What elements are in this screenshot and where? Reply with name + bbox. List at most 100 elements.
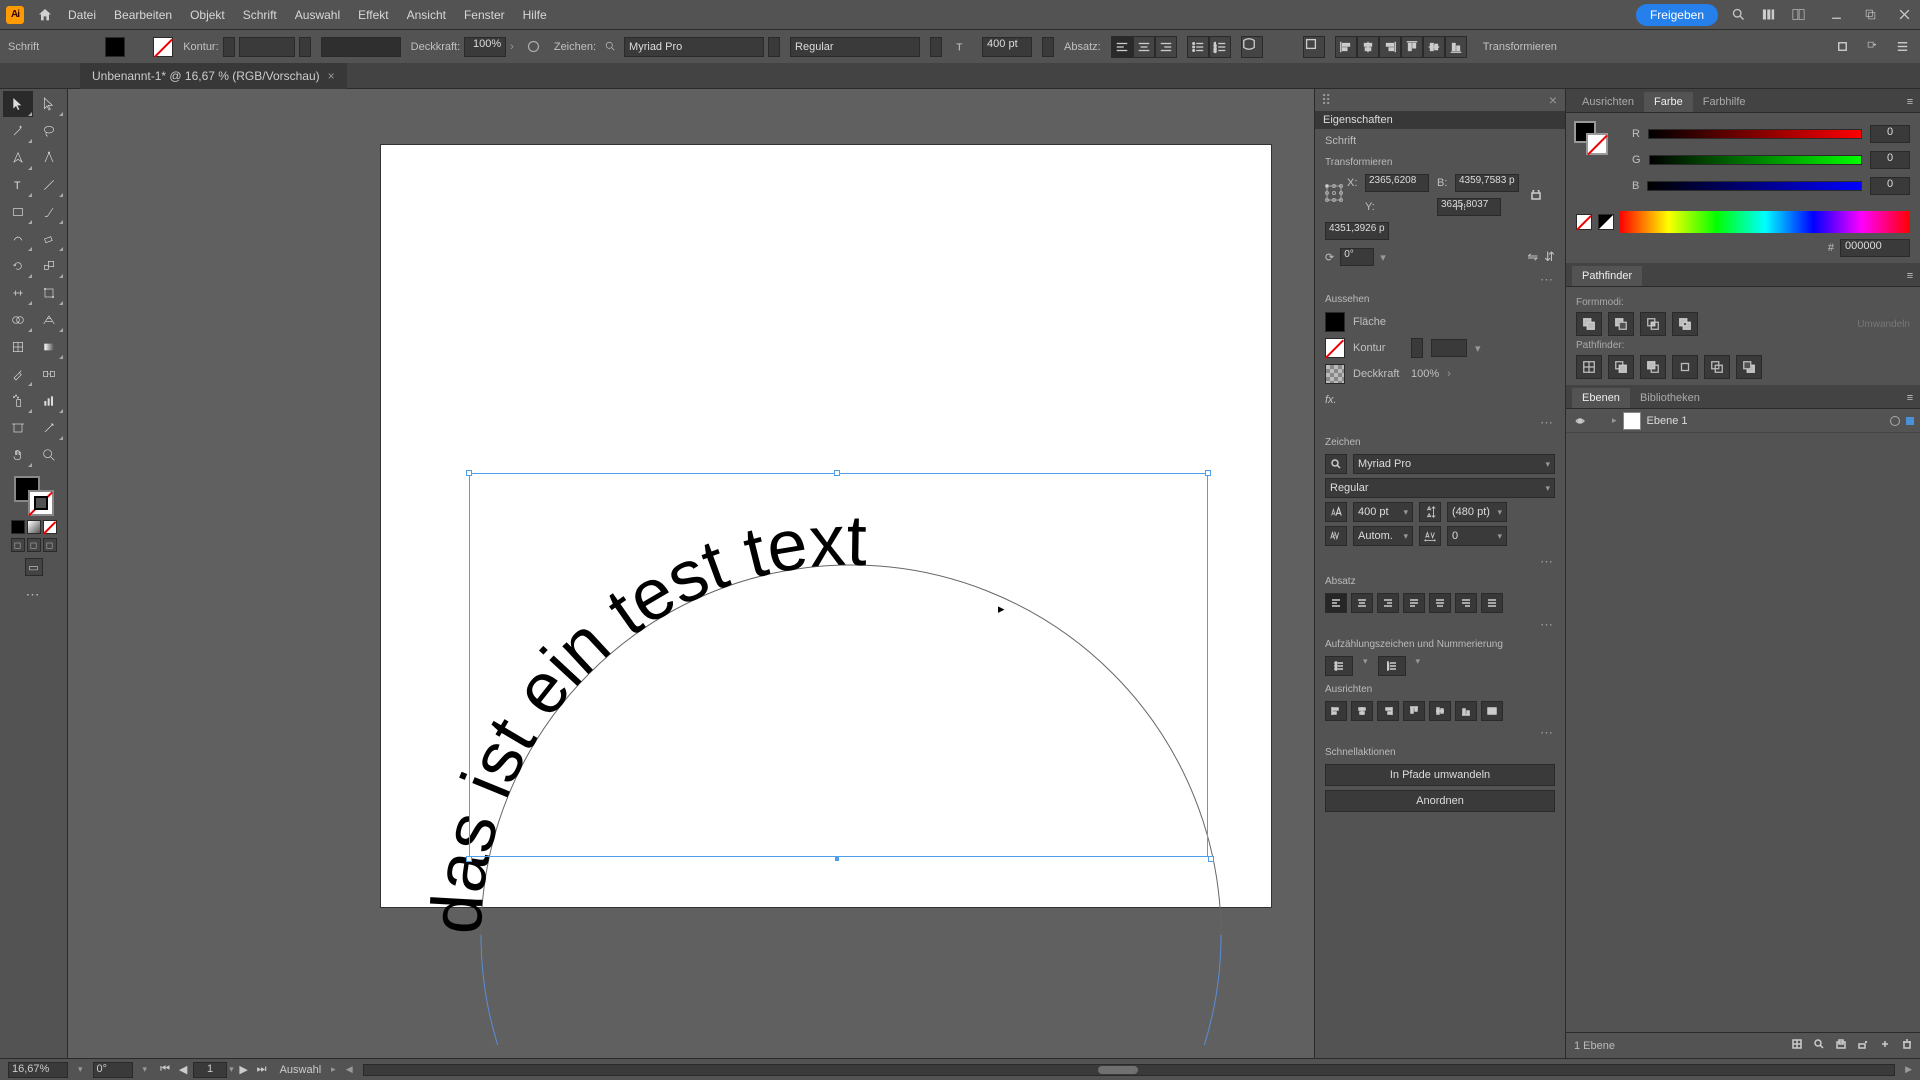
blend-tool[interactable] (34, 361, 64, 387)
shape-builder-tool[interactable] (3, 307, 33, 333)
font-style-dropdown[interactable] (930, 37, 942, 57)
pf-crop[interactable] (1672, 355, 1698, 379)
tab-pathfinder[interactable]: Pathfinder (1572, 266, 1642, 286)
h-scrollbar[interactable] (363, 1064, 1895, 1076)
numbering-button[interactable]: 123 (1378, 656, 1406, 676)
tracking-panel[interactable]: 0▾ (1447, 526, 1507, 546)
menu-fenster[interactable]: Fenster (464, 8, 505, 22)
shaper-tool[interactable] (3, 226, 33, 252)
color-mode-none[interactable] (43, 520, 57, 534)
tab-ebenen[interactable]: Ebenen (1572, 388, 1630, 408)
pf-minus-back[interactable] (1736, 355, 1762, 379)
rotate-input[interactable]: 0° (1340, 248, 1374, 266)
bbox-handle[interactable] (834, 470, 840, 476)
slice-tool[interactable] (34, 415, 64, 441)
fill-stroke-indicator[interactable] (14, 476, 54, 516)
font-family-dropdown[interactable] (768, 37, 780, 57)
canvas-area[interactable]: das ist ein test text ▸ (68, 89, 1314, 1058)
rotation-input[interactable]: 0° (93, 1062, 133, 1078)
font-size-input[interactable]: 400 pt (982, 37, 1032, 57)
pf-divide[interactable] (1576, 355, 1602, 379)
home-icon[interactable] (34, 4, 56, 26)
outline-paths-button[interactable]: In Pfade umwandeln (1325, 764, 1555, 786)
bbox-handle[interactable] (1208, 856, 1214, 862)
draw-behind-icon[interactable]: ◻ (27, 538, 41, 552)
pf-exclude[interactable] (1672, 312, 1698, 336)
document-tab[interactable]: Unbenannt-1* @ 16,67 % (RGB/Vorschau) × (80, 63, 347, 89)
tab-farbe[interactable]: Farbe (1644, 92, 1693, 112)
opacity-input[interactable]: 100% (464, 37, 506, 57)
zoom-tool[interactable] (34, 442, 64, 468)
align-top-obj[interactable] (1403, 701, 1425, 721)
tab-farbhilfe[interactable]: Farbhilfe (1693, 92, 1756, 112)
para-justify-left[interactable] (1403, 593, 1425, 613)
prev-page-icon[interactable]: ◀ (175, 1062, 191, 1078)
curvature-tool[interactable] (34, 145, 64, 171)
stroke-weight-dropdown[interactable]: ▾ (1475, 342, 1481, 355)
spectrum-picker[interactable] (1620, 211, 1910, 233)
layer-find-icon[interactable] (1814, 1039, 1824, 1052)
align-right-obj[interactable] (1377, 701, 1399, 721)
scale-tool[interactable] (34, 253, 64, 279)
layer-visibility-icon[interactable] (1572, 413, 1588, 429)
h-input[interactable]: 4351,3926 p (1325, 222, 1389, 240)
valign-middle-button[interactable] (1423, 36, 1445, 58)
leading-panel[interactable]: (480 pt)▾ (1447, 502, 1507, 522)
b-slider[interactable] (1647, 181, 1862, 191)
layers-menu-icon[interactable]: ≡ (1900, 388, 1920, 408)
para-align-left[interactable] (1325, 593, 1347, 613)
bullets-button[interactable] (1325, 656, 1353, 676)
appearance-more-icon[interactable]: ⋯ (1315, 415, 1565, 433)
font-size-panel[interactable]: 400 pt▾ (1353, 502, 1413, 522)
workspace-icon[interactable] (1758, 5, 1778, 25)
menu-ansicht[interactable]: Ansicht (407, 8, 446, 22)
line-tool[interactable] (34, 172, 64, 198)
layer-clip-icon[interactable] (1836, 1039, 1846, 1052)
x-input[interactable]: 2365,6208 (1365, 174, 1429, 192)
layer-new-sublayer-icon[interactable] (1858, 1039, 1868, 1052)
spectrum-none[interactable] (1576, 214, 1592, 230)
bullet-list-button[interactable] (1187, 36, 1209, 58)
recolor-icon[interactable] (524, 37, 544, 57)
stroke-weight-input[interactable] (239, 37, 295, 57)
menu-bearbeiten[interactable]: Bearbeiten (114, 8, 172, 22)
column-graph-tool[interactable] (34, 388, 64, 414)
transform-link[interactable]: Transformieren (1483, 41, 1557, 53)
pathfinder-menu-icon[interactable]: ≡ (1900, 266, 1920, 286)
halign-right-button[interactable] (1379, 36, 1401, 58)
menu-hilfe[interactable]: Hilfe (523, 8, 547, 22)
lasso-tool[interactable] (34, 118, 64, 144)
share-button[interactable]: Freigeben (1636, 4, 1718, 26)
align-bottom-obj[interactable] (1455, 701, 1477, 721)
para-justify-right[interactable] (1455, 593, 1477, 613)
opacity-value-panel[interactable]: 100% (1411, 368, 1439, 380)
para-justify-all[interactable] (1481, 593, 1503, 613)
valign-bottom-button[interactable] (1445, 36, 1467, 58)
opacity-expand-icon[interactable]: › (1447, 368, 1451, 380)
bbox-handle[interactable] (466, 470, 472, 476)
align-right-button[interactable] (1155, 36, 1177, 58)
search-font-icon-panel[interactable] (1325, 454, 1347, 474)
gradient-tool[interactable] (34, 334, 64, 360)
bbox-handle[interactable] (466, 856, 472, 862)
symbol-sprayer-tool[interactable] (3, 388, 33, 414)
layer-expand-icon[interactable]: ▸ (1612, 415, 1617, 426)
para-align-right[interactable] (1377, 593, 1399, 613)
align-left-button[interactable] (1111, 36, 1133, 58)
artboard-tool[interactable] (3, 415, 33, 441)
search-font-icon[interactable] (600, 37, 620, 57)
character-more-icon[interactable]: ⋯ (1315, 554, 1565, 572)
arrange-icon[interactable] (1788, 5, 1808, 25)
width-tool[interactable] (3, 280, 33, 306)
layer-delete-icon[interactable] (1902, 1039, 1912, 1052)
b-value[interactable]: 0 (1870, 177, 1910, 195)
maximize-icon[interactable] (1860, 5, 1880, 25)
menu-objekt[interactable]: Objekt (190, 8, 225, 22)
flip-h-icon[interactable]: ⇋ (1527, 249, 1538, 265)
menu-auswahl[interactable]: Auswahl (295, 8, 340, 22)
pf-minus-front[interactable] (1608, 312, 1634, 336)
stroke-weight-stepper[interactable] (1411, 338, 1423, 358)
panel-collapse-icon[interactable]: ⠿ (1321, 92, 1333, 109)
color-mode-solid[interactable] (11, 520, 25, 534)
pf-intersect[interactable] (1640, 312, 1666, 336)
